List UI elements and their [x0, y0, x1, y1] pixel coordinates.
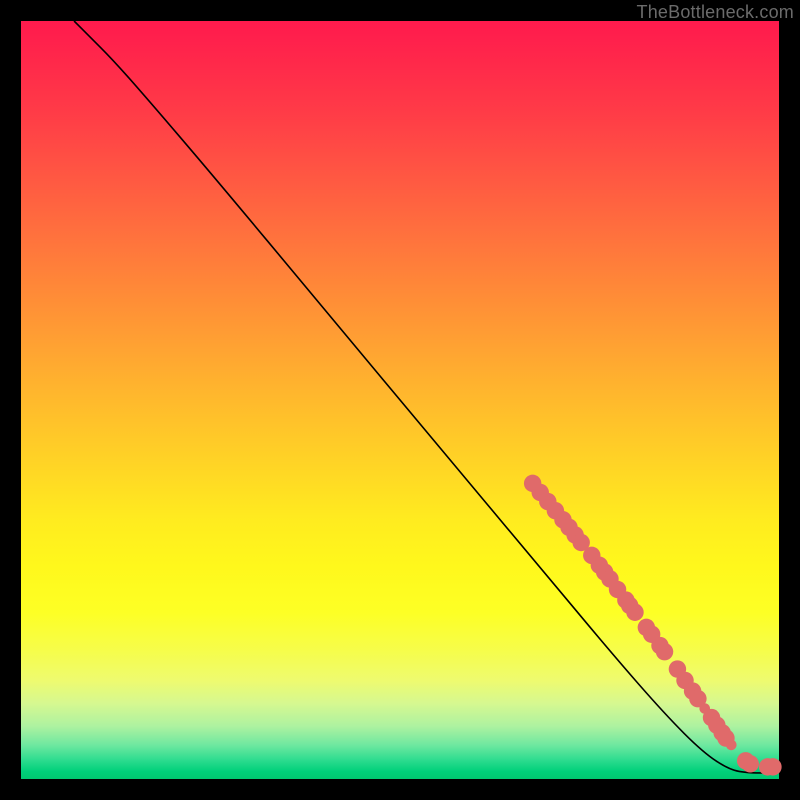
data-point — [626, 604, 643, 621]
data-point — [764, 758, 781, 775]
chart-frame: TheBottleneck.com — [0, 0, 800, 800]
bottleneck-curve — [74, 21, 771, 773]
chart-overlay — [21, 21, 779, 779]
data-dots — [524, 475, 782, 776]
data-point — [656, 643, 673, 660]
attribution-label: TheBottleneck.com — [637, 2, 794, 23]
data-point — [726, 740, 737, 751]
data-point — [741, 755, 758, 772]
